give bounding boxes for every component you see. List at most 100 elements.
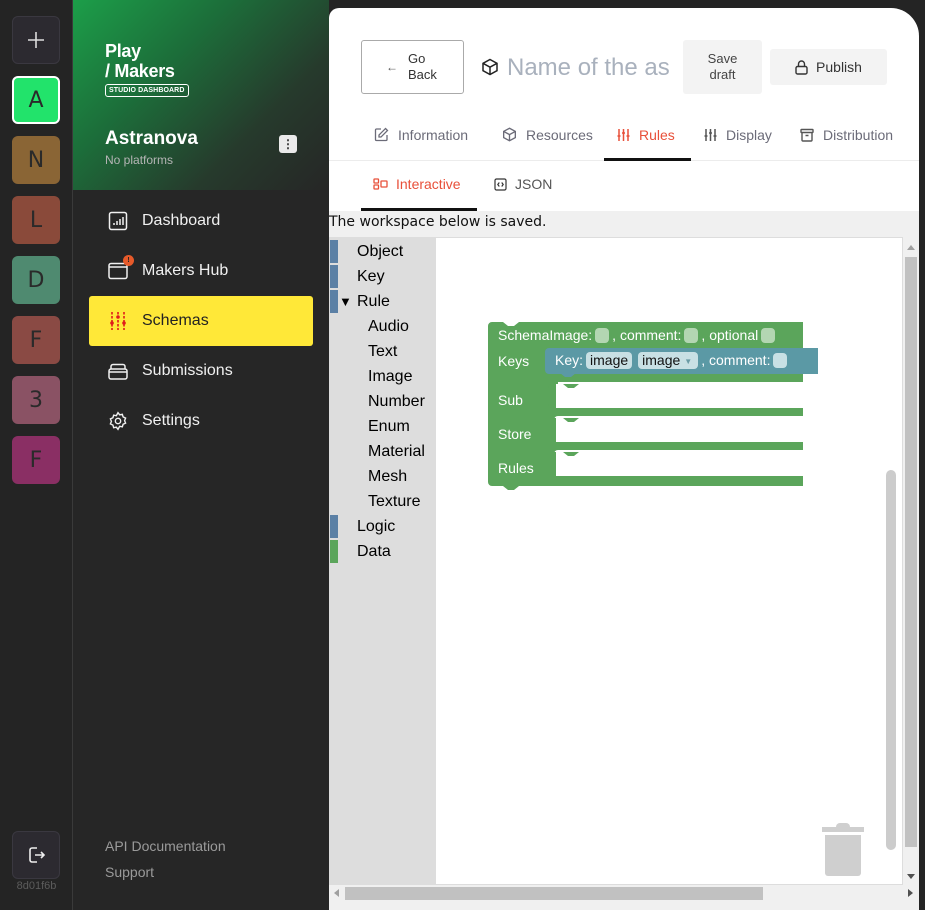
archive-icon	[800, 128, 814, 142]
add-org-button[interactable]	[12, 16, 60, 64]
toolbox-category-logic[interactable]: Logic	[330, 515, 436, 540]
schema-block-title: SchemaImage: , comment: , optional	[498, 327, 778, 343]
org-switch-l[interactable]: L	[12, 196, 60, 244]
toolbox-category-texture[interactable]: Texture	[330, 490, 436, 515]
scrollbar-thumb[interactable]	[905, 257, 917, 847]
scroll-right-arrow-icon[interactable]	[908, 889, 913, 897]
keys-input-label: Keys	[498, 353, 530, 369]
main-panel: ← Go Back Save draft Publish Information…	[329, 8, 919, 910]
org-switch-3[interactable]: 3	[12, 376, 60, 424]
caret-down-icon[interactable]: ▼	[339, 294, 352, 309]
key-block[interactable]: Key: image image ▼, comment:	[545, 348, 818, 377]
key-comment-slot[interactable]	[773, 352, 788, 368]
toolbox-category-text[interactable]: Text	[330, 340, 436, 365]
org-switch-f[interactable]: F	[12, 436, 60, 484]
optional-slot[interactable]	[761, 327, 776, 343]
inbox-stack-icon	[107, 360, 129, 382]
toolbox-category-number[interactable]: Number	[330, 390, 436, 415]
toolbox-category-audio[interactable]: Audio	[330, 315, 436, 340]
save-draft-button[interactable]: Save draft	[683, 40, 762, 94]
sidebar-item-submissions[interactable]: Submissions	[89, 346, 313, 396]
cube-icon	[503, 127, 516, 142]
api-docs-link[interactable]: API Documentation	[105, 838, 226, 854]
toolbox-category-rule[interactable]: ▼ Rule	[330, 290, 436, 315]
toolbox-category-material[interactable]: Material	[330, 440, 436, 465]
tab-resources[interactable]: Resources	[502, 116, 593, 161]
sidebar-item-settings[interactable]: Settings	[89, 396, 313, 446]
tab-information[interactable]: Information	[374, 116, 468, 161]
sidebar-item-schemas[interactable]: Schemas	[89, 296, 313, 346]
page-vertical-scrollbar[interactable]	[903, 237, 919, 885]
toolbox-label: Data	[357, 543, 391, 560]
tab-bar: Information Resources Rules Display Dist…	[329, 116, 919, 161]
scroll-up-arrow-icon[interactable]	[907, 245, 915, 250]
org-switch-d[interactable]: D	[12, 256, 60, 304]
plus-icon	[28, 32, 44, 48]
support-link[interactable]: Support	[105, 864, 154, 880]
category-color-swatch	[330, 515, 338, 538]
org-switch-n[interactable]: N	[12, 136, 60, 184]
toolbox-category-object[interactable]: Object	[330, 240, 436, 265]
org-initial: N	[27, 147, 45, 173]
logo-line1: Play	[105, 41, 141, 61]
cube-icon	[481, 58, 499, 81]
sliders-icon	[107, 310, 129, 332]
scroll-left-arrow-icon[interactable]	[334, 889, 339, 897]
trash-icon[interactable]	[822, 822, 866, 883]
schema-image-block[interactable]: SchemaImage: , comment: , optional Keys Su…	[488, 322, 818, 499]
toolbox-category-enum[interactable]: Enum	[330, 415, 436, 440]
sliders-icon	[617, 128, 630, 141]
tab-label: Information	[398, 126, 469, 143]
subtab-interactive[interactable]: Interactive	[361, 161, 477, 211]
logout-button[interactable]	[12, 831, 60, 879]
schema-type-label: SchemaImage:	[498, 327, 593, 343]
tab-rules[interactable]: Rules	[604, 116, 691, 161]
sidebar-item-makers-hub[interactable]: ! Makers Hub	[89, 246, 313, 296]
toolbox-category-mesh[interactable]: Mesh	[330, 465, 436, 490]
key-name-field[interactable]: image	[586, 352, 633, 369]
toolbox-label: Mesh	[368, 468, 408, 485]
subtab-json[interactable]: JSON	[494, 161, 552, 211]
scrollbar-thumb[interactable]	[345, 887, 763, 900]
toolbox-category-data[interactable]: Data	[330, 540, 436, 565]
tab-distribution[interactable]: Distribution	[800, 116, 893, 161]
key-type-dropdown[interactable]: image ▼	[638, 352, 699, 369]
asset-name-input[interactable]	[507, 52, 669, 84]
toolbox-label: Audio	[368, 318, 409, 335]
notification-badge: !	[123, 255, 134, 266]
schema-name-slot[interactable]	[595, 327, 610, 343]
key-block-notch	[560, 373, 576, 377]
toolbox-label: Texture	[368, 493, 421, 510]
sidebar-header: Play / Makers STUDIO DASHBOARD Astranova…	[73, 0, 329, 190]
org-initial: A	[28, 87, 44, 113]
page-horizontal-scrollbar[interactable]	[329, 885, 919, 902]
org-name: Astranova	[105, 128, 198, 149]
scroll-down-arrow-icon[interactable]	[907, 874, 915, 879]
category-color-swatch	[330, 265, 338, 288]
optional-label: , optional	[701, 327, 759, 343]
workspace-vertical-scrollbar[interactable]	[886, 470, 896, 850]
blockly-workspace[interactable]: Object Key ▼ Rule Audio Text Image Number Enum Ma…	[329, 237, 903, 885]
sub-input-label: Sub	[498, 392, 523, 408]
org-menu-button[interactable]: ⋮	[279, 135, 297, 153]
tab-display[interactable]: Display	[704, 116, 772, 161]
chevron-down-icon: ▼	[684, 356, 693, 366]
toolbox-category-image[interactable]: Image	[330, 365, 436, 390]
org-rail: A N L D F 3 F 8d01f6b	[0, 0, 73, 910]
sidebar-item-dashboard[interactable]: Dashboard	[89, 196, 313, 246]
logo[interactable]: Play / Makers	[105, 41, 175, 81]
sidebar: Play / Makers STUDIO DASHBOARD Astranova…	[73, 0, 329, 910]
toolbox-label: Material	[368, 443, 425, 460]
comment-slot[interactable]	[684, 327, 699, 343]
toolbox-category-key[interactable]: Key	[330, 265, 436, 290]
workspace-status: The workspace below is saved.	[329, 214, 547, 230]
org-switch-a[interactable]: A	[12, 76, 60, 124]
browser-window-icon: !	[107, 255, 134, 282]
workspace-container: The workspace below is saved. Object Key ▼…	[329, 211, 919, 910]
category-color-swatch	[330, 290, 338, 313]
org-switch-f[interactable]: F	[12, 316, 60, 364]
sidebar-item-label: Settings	[142, 412, 200, 429]
go-back-button[interactable]: ← Go Back	[361, 40, 464, 94]
publish-button[interactable]: Publish	[770, 49, 887, 85]
tab-label: Distribution	[823, 126, 894, 143]
